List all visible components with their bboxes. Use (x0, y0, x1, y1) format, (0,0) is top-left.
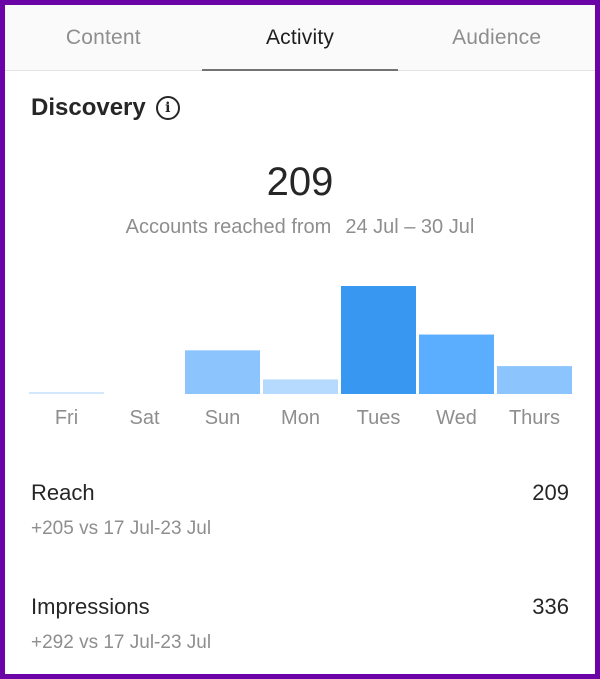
daily-reach-bar-chart: Fri Sat Sun Mon Tues Wed Thurs (29, 286, 572, 429)
accounts-reached-total: 209 (266, 160, 334, 204)
metric-label: Reach (31, 480, 95, 505)
metric-reach[interactable]: Reach 209 +205 vs 17 Jul-23 Jul (31, 480, 569, 540)
section-title: Discovery (31, 94, 146, 121)
bar-sun[interactable] (185, 350, 260, 394)
info-circle-icon[interactable]: i (155, 96, 180, 120)
x-tick-label: Sun (205, 407, 241, 429)
x-tick-label: Sat (129, 407, 159, 429)
accounts-reached-caption: Accounts reached from 24 Jul – 30 Jul (5, 216, 595, 239)
metric-delta: +205 vs 17 Jul-23 Jul (31, 518, 212, 539)
date-range: 24 Jul – 30 Jul (345, 216, 475, 238)
tab-activity[interactable]: Activity (201, 5, 399, 71)
bar-tues[interactable] (341, 286, 416, 394)
metric-value: 336 (532, 594, 569, 619)
x-tick-label: Fri (55, 407, 78, 429)
tab-bar: Content Activity Audience (5, 5, 595, 71)
metric-value: 209 (532, 480, 569, 505)
x-tick-label: Tues (357, 407, 401, 429)
tab-content[interactable]: Content (5, 5, 202, 70)
caption-text: Accounts reached from (125, 216, 332, 238)
metric-delta: +292 vs 17 Jul-23 Jul (31, 632, 212, 653)
x-tick-label: Thurs (509, 407, 560, 429)
metric-impressions[interactable]: Impressions 336 +292 vs 17 Jul-23 Jul (31, 594, 569, 654)
tab-audience[interactable]: Audience (398, 5, 595, 70)
bar-fri[interactable] (29, 392, 104, 394)
bar-wed[interactable] (419, 334, 494, 394)
bar-thurs[interactable] (497, 366, 572, 394)
x-tick-label: Wed (436, 407, 477, 429)
discovery-header: Discovery i (31, 94, 180, 122)
x-tick-label: Mon (281, 407, 320, 429)
metric-label: Impressions (31, 594, 150, 619)
bar-mon[interactable] (263, 379, 338, 394)
